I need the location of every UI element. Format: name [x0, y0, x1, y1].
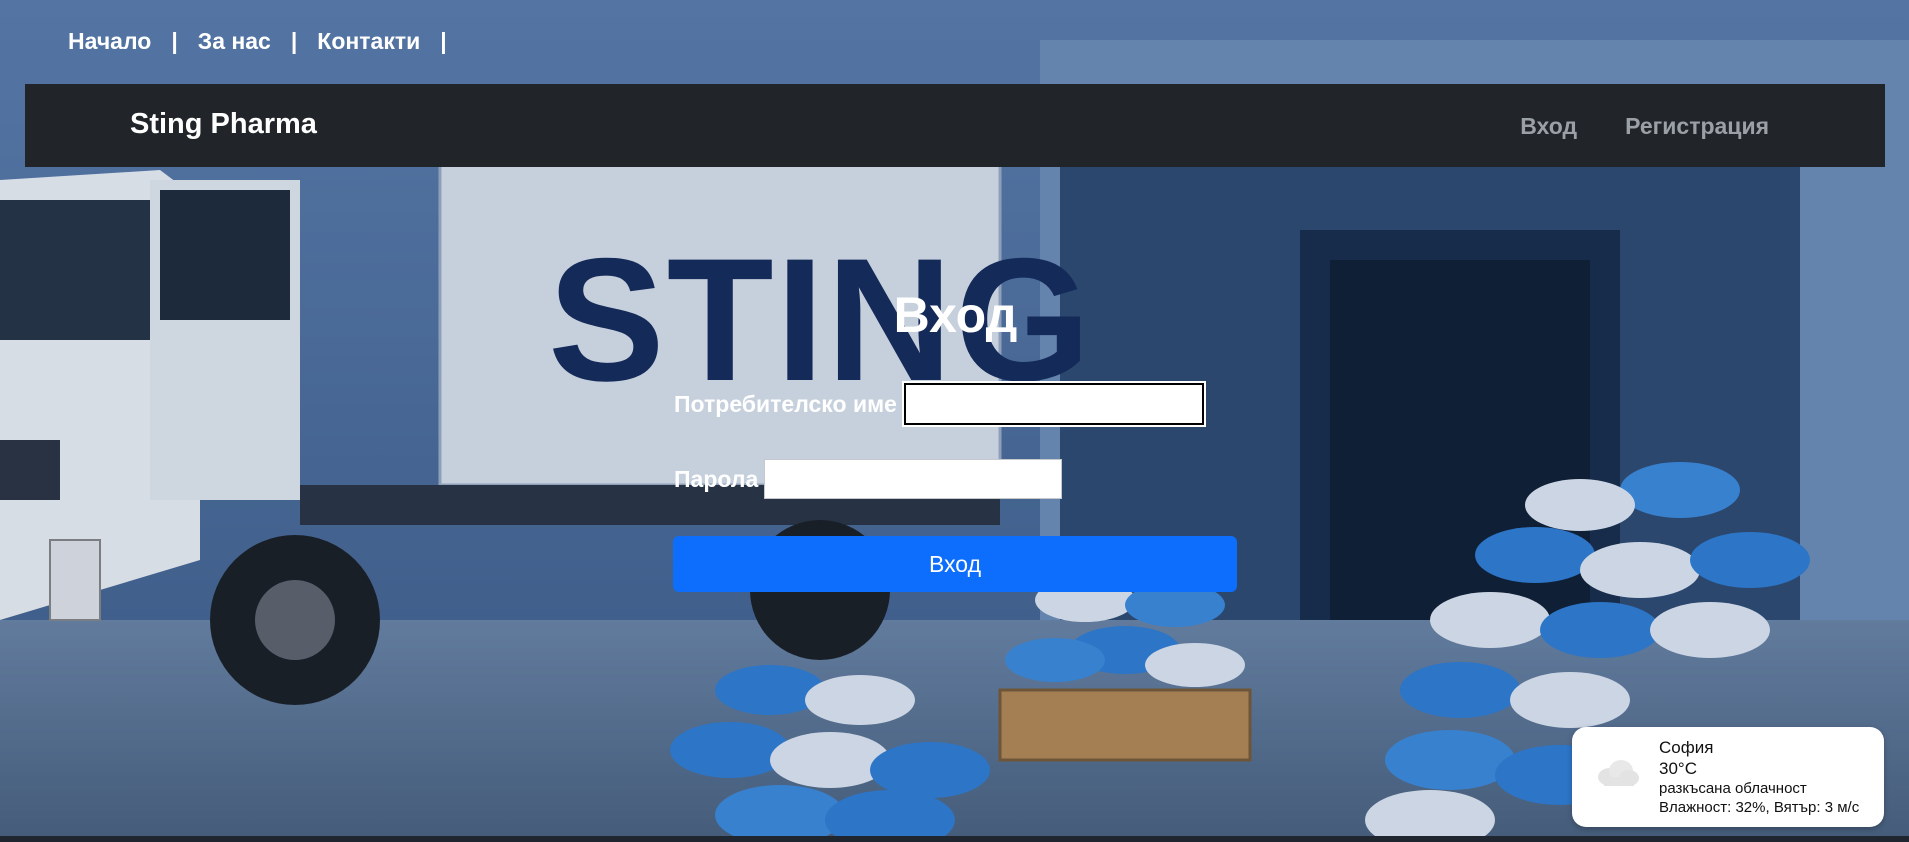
top-link-separator: | [440, 28, 447, 54]
username-row: Потребителско име [674, 381, 1206, 427]
bottom-strip [0, 836, 1909, 842]
weather-temperature: 30°C [1659, 759, 1697, 778]
top-link-contacts[interactable]: Контакти [317, 28, 420, 55]
password-label: Парола [674, 465, 759, 492]
weather-widget: София 30°C разкъсана облачност Влажност:… [1572, 727, 1884, 827]
top-link-separator: | [171, 28, 178, 54]
navbar: Sting Pharma Вход Регистрация [25, 84, 1885, 167]
username-label: Потребителско име [674, 390, 897, 417]
login-submit-button[interactable]: Вход [673, 536, 1237, 592]
login-title: Вход [893, 287, 1018, 343]
password-row: Парола [674, 459, 1063, 499]
password-input[interactable] [764, 459, 1063, 499]
brand-logo[interactable]: Sting Pharma [130, 108, 317, 141]
nav-login-link[interactable]: Вход [1520, 113, 1577, 140]
weather-description: разкъсана облачност [1659, 780, 1807, 797]
top-links: Начало | За нас | Контакти | [68, 28, 467, 55]
navbar-links: Вход Регистрация [1520, 113, 1769, 140]
top-link-about[interactable]: За нас [198, 28, 271, 55]
username-input[interactable] [901, 381, 1206, 427]
weather-city: София [1659, 738, 1714, 757]
nav-register-link[interactable]: Регистрация [1625, 113, 1769, 140]
cloud-icon [1594, 757, 1640, 792]
top-link-home[interactable]: Начало [68, 28, 151, 55]
weather-details: Влажност: 32%, Вятър: 3 м/с [1659, 799, 1860, 816]
top-link-separator: | [290, 28, 298, 54]
